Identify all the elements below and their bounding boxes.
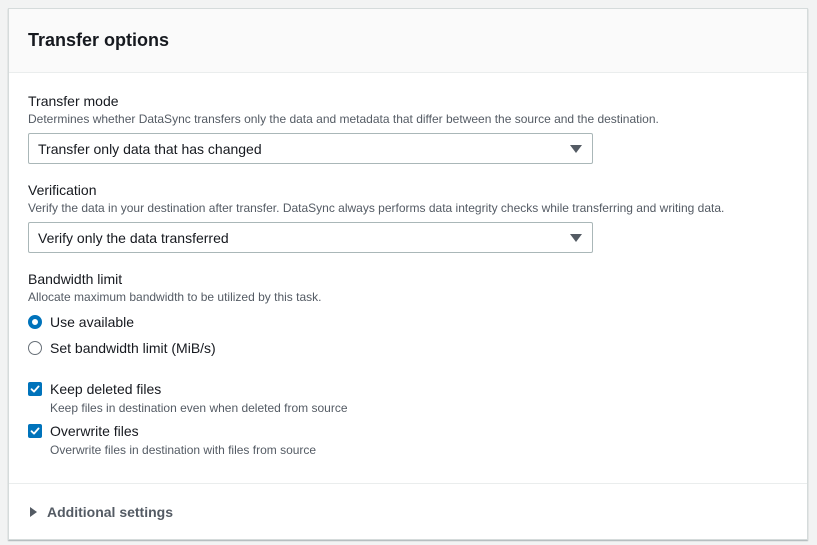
transfer-options-panel: Transfer options Transfer mode Determine… (8, 8, 808, 540)
radio-button-selected[interactable] (28, 315, 42, 329)
transfer-mode-select[interactable]: Transfer only data that has changed (28, 133, 593, 164)
overwrite-files-option: Overwrite files Overwrite files in desti… (28, 422, 788, 458)
panel-header: Transfer options (9, 9, 807, 73)
radio-use-available[interactable]: Use available (28, 313, 788, 331)
bandwidth-label: Bandwidth limit (28, 271, 123, 287)
radio-label: Use available (50, 314, 135, 330)
panel-title: Transfer options (28, 30, 170, 50)
keep-deleted-files-checkbox-row[interactable]: Keep deleted files (28, 380, 788, 398)
checkbox-label: Keep deleted files (50, 381, 162, 397)
checkmark-icon (30, 385, 40, 393)
overwrite-files-checkbox-row[interactable]: Overwrite files (28, 422, 788, 440)
transfer-mode-label: Transfer mode (28, 93, 119, 109)
checkbox-checked[interactable] (28, 382, 42, 396)
keep-deleted-files-option: Keep deleted files Keep files in destina… (28, 380, 788, 416)
radio-set-bandwidth-limit[interactable]: Set bandwidth limit (MiB/s) (28, 339, 788, 357)
verification-label: Verification (28, 182, 97, 198)
radio-button[interactable] (28, 341, 42, 355)
verification-field: Verification Verify the data in your des… (28, 181, 788, 253)
verification-description: Verify the data in your destination afte… (28, 201, 725, 215)
additional-settings-toggle[interactable]: Additional settings (9, 483, 807, 540)
transfer-mode-value: Transfer only data that has changed (38, 140, 262, 157)
additional-settings-label: Additional settings (47, 504, 173, 520)
caret-down-icon (570, 233, 582, 242)
checkbox-description: Keep files in destination even when dele… (50, 401, 348, 415)
bandwidth-description: Allocate maximum bandwidth to be utilize… (28, 290, 322, 304)
transfer-mode-field: Transfer mode Determines whether DataSyn… (28, 92, 788, 164)
verification-value: Verify only the data transferred (38, 229, 229, 246)
checkmark-icon (30, 427, 40, 435)
file-options: Keep deleted files Keep files in destina… (28, 380, 788, 458)
caret-down-icon (570, 144, 582, 153)
bandwidth-field: Bandwidth limit Allocate maximum bandwid… (28, 270, 788, 357)
transfer-mode-description: Determines whether DataSync transfers on… (28, 112, 659, 126)
checkbox-label: Overwrite files (50, 423, 139, 439)
checkbox-checked[interactable] (28, 424, 42, 438)
verification-select[interactable]: Verify only the data transferred (28, 222, 593, 253)
panel-body: Transfer mode Determines whether DataSyn… (9, 73, 807, 458)
expand-triangle-icon (30, 507, 37, 517)
radio-label: Set bandwidth limit (MiB/s) (50, 340, 216, 356)
checkbox-description: Overwrite files in destination with file… (50, 443, 317, 457)
